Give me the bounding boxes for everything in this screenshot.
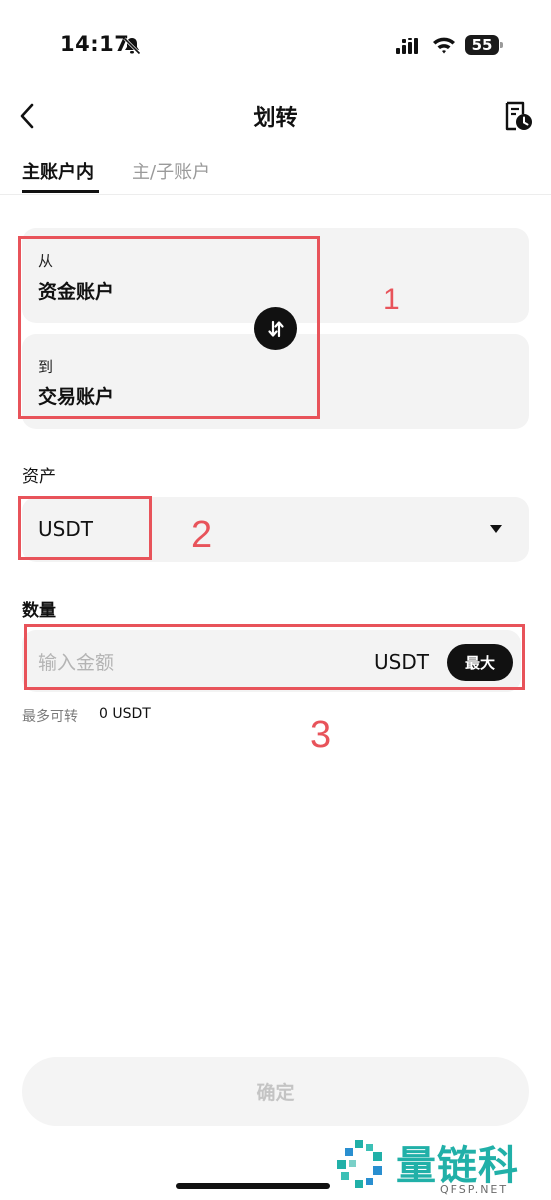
wifi-icon xyxy=(433,37,455,54)
transfer-history-icon[interactable] xyxy=(502,100,534,132)
annotation-box-2 xyxy=(18,496,152,560)
page-title: 划转 xyxy=(253,106,298,131)
status-time: 14:17 xyxy=(60,32,130,56)
home-indicator[interactable] xyxy=(176,1183,330,1189)
annotation-number-3: 3 xyxy=(310,714,332,756)
dropdown-caret-icon[interactable] xyxy=(489,524,503,534)
tab-active-indicator xyxy=(22,190,99,193)
battery-icon: 55 xyxy=(465,35,503,55)
annotation-box-1 xyxy=(18,236,320,419)
available-value: 0 USDT xyxy=(99,706,151,722)
tab-sub-account[interactable]: 主/子账户 xyxy=(132,158,210,184)
tab-divider xyxy=(0,194,551,195)
watermark-domain: QFSP.NET xyxy=(440,1183,509,1196)
confirm-button[interactable]: 确定 xyxy=(22,1057,529,1126)
asset-label: 资产 xyxy=(22,467,56,487)
watermark-logo-icon xyxy=(337,1140,382,1188)
annotation-box-3 xyxy=(24,624,525,690)
annotation-number-1: 1 xyxy=(383,283,400,316)
tab-main-account[interactable]: 主账户内 xyxy=(22,158,94,184)
battery-level: 55 xyxy=(465,35,499,55)
cellular-signal-icon xyxy=(396,38,418,54)
bell-muted-icon xyxy=(123,37,141,55)
annotation-number-2: 2 xyxy=(191,514,213,556)
amount-label: 数量 xyxy=(22,601,56,621)
available-label: 最多可转 xyxy=(22,709,78,725)
